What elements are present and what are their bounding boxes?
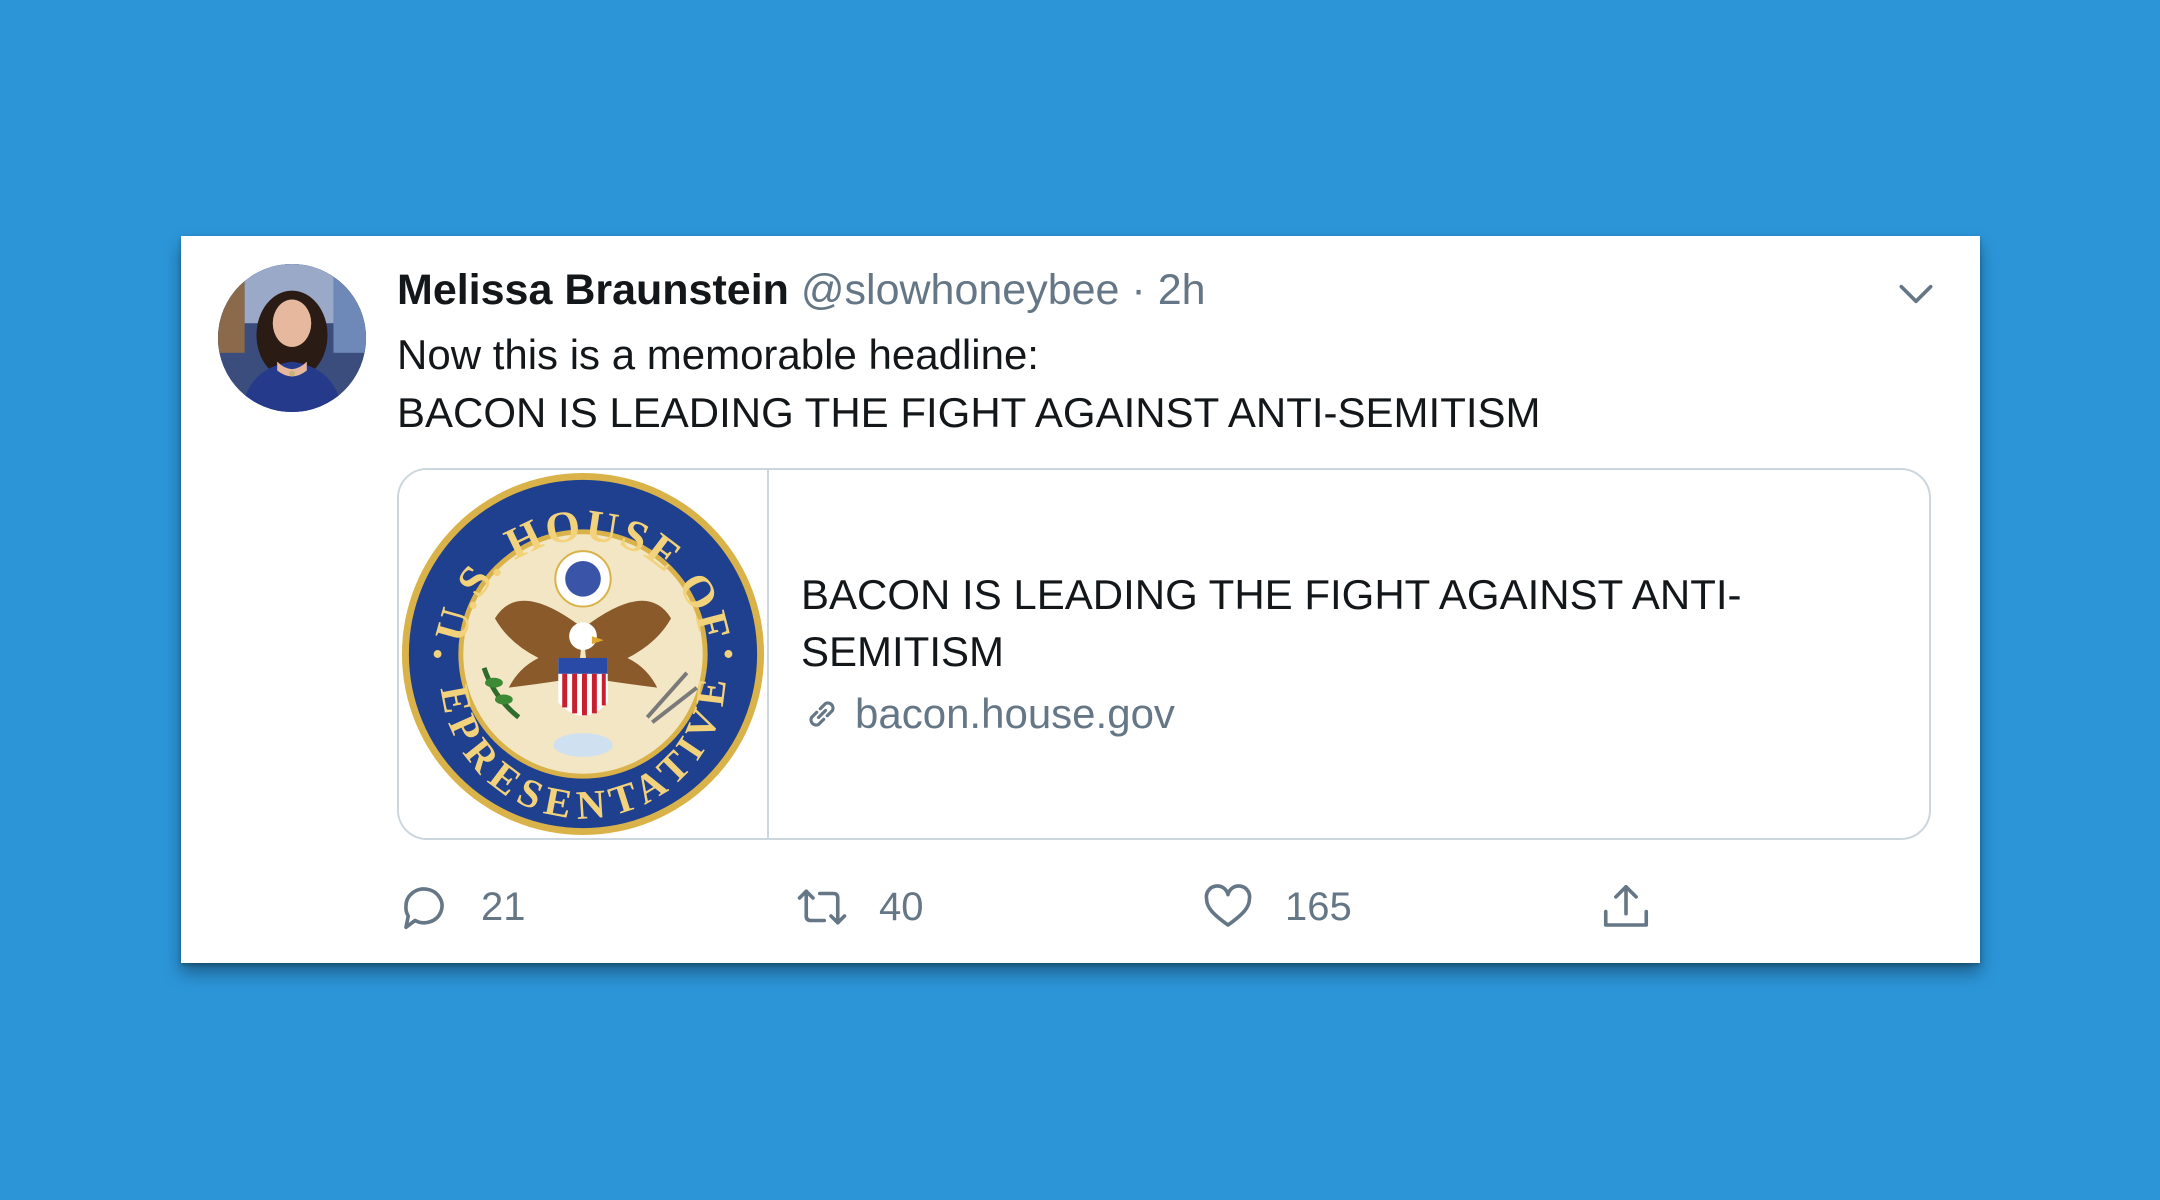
reply-count: 21 [481,884,526,929]
chevron-down-icon[interactable] [1894,272,1938,316]
link-preview-image: U.S. HOUSE OF REPRESENTATIVES [399,470,769,838]
reply-button[interactable]: 21 [397,872,526,942]
reply-icon [404,887,444,930]
house-seal-logo: U.S. HOUSE OF REPRESENTATIVES [399,470,767,838]
link-preview-card[interactable]: U.S. HOUSE OF REPRESENTATIVES [397,468,1931,840]
like-button[interactable]: 165 [1201,872,1352,942]
link-preview-body[interactable]: BACON IS LEADING THE FIGHT AGAINST ANTI-… [801,566,1881,744]
avatar[interactable] [218,264,366,412]
link-preview-url[interactable]: bacon.house.gov [801,684,1881,744]
tweet-text-line: Now this is a memorable headline: [397,331,1039,378]
tweet-actions: 21 40 165 [397,872,1797,942]
separator-dot: · [1131,266,1146,314]
link-url-text[interactable]: bacon.house.gov [855,684,1175,744]
author-name[interactable]: Melissa Braunstein [397,266,789,314]
link-preview-title[interactable]: BACON IS LEADING THE FIGHT AGAINST ANTI-… [801,566,1881,680]
tweet-card[interactable]: Melissa Braunstein @slowhoneybee · 2h No… [181,236,1980,963]
share-button[interactable] [1599,872,1683,942]
like-count: 165 [1285,884,1352,929]
tweet-text-line: BACON IS LEADING THE FIGHT AGAINST ANTI-… [397,389,1541,436]
avatar-image [218,264,366,412]
author-handle[interactable]: @slowhoneybee [801,266,1120,314]
link-icon [809,701,835,727]
heart-icon [1204,884,1252,927]
tweet-timestamp[interactable]: 2h [1158,266,1206,314]
retweet-button[interactable]: 40 [795,872,924,942]
tweet-text: Now this is a memorable headline: BACON … [397,326,1897,442]
tweet-header: Melissa Braunstein @slowhoneybee · 2h [397,262,1206,318]
retweet-count: 40 [879,884,924,929]
share-icon [1603,884,1649,927]
retweet-icon [797,889,847,925]
